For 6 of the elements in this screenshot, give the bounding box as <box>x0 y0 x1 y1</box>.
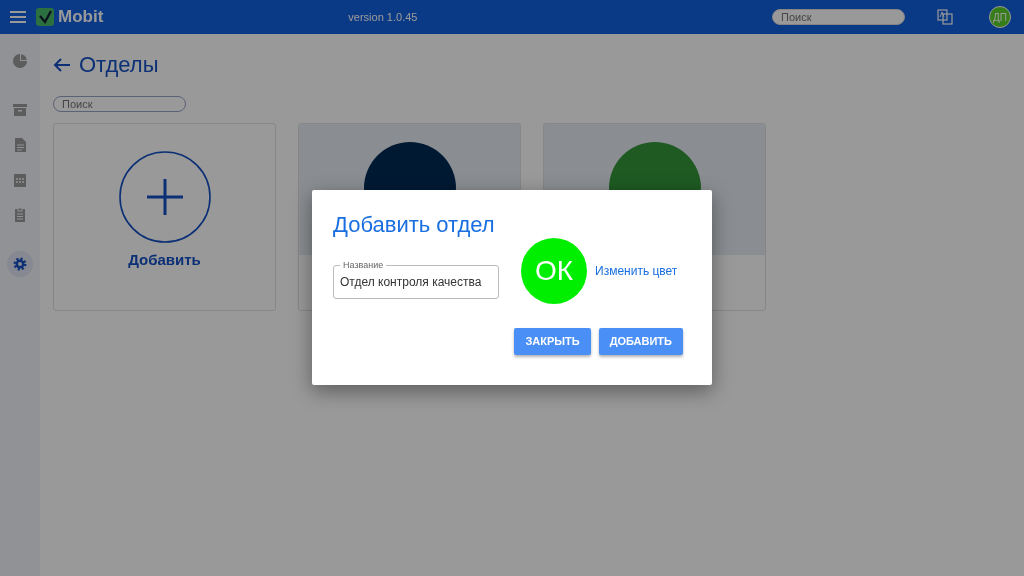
page-title: Отделы <box>79 51 159 79</box>
add-label: Добавить <box>128 250 201 270</box>
department-avatar: ОК <box>521 238 587 305</box>
dialog-title: Добавить отдел <box>333 212 496 239</box>
version-text: version 1.0.45 <box>348 9 418 25</box>
app-name: Mobit <box>58 6 104 29</box>
